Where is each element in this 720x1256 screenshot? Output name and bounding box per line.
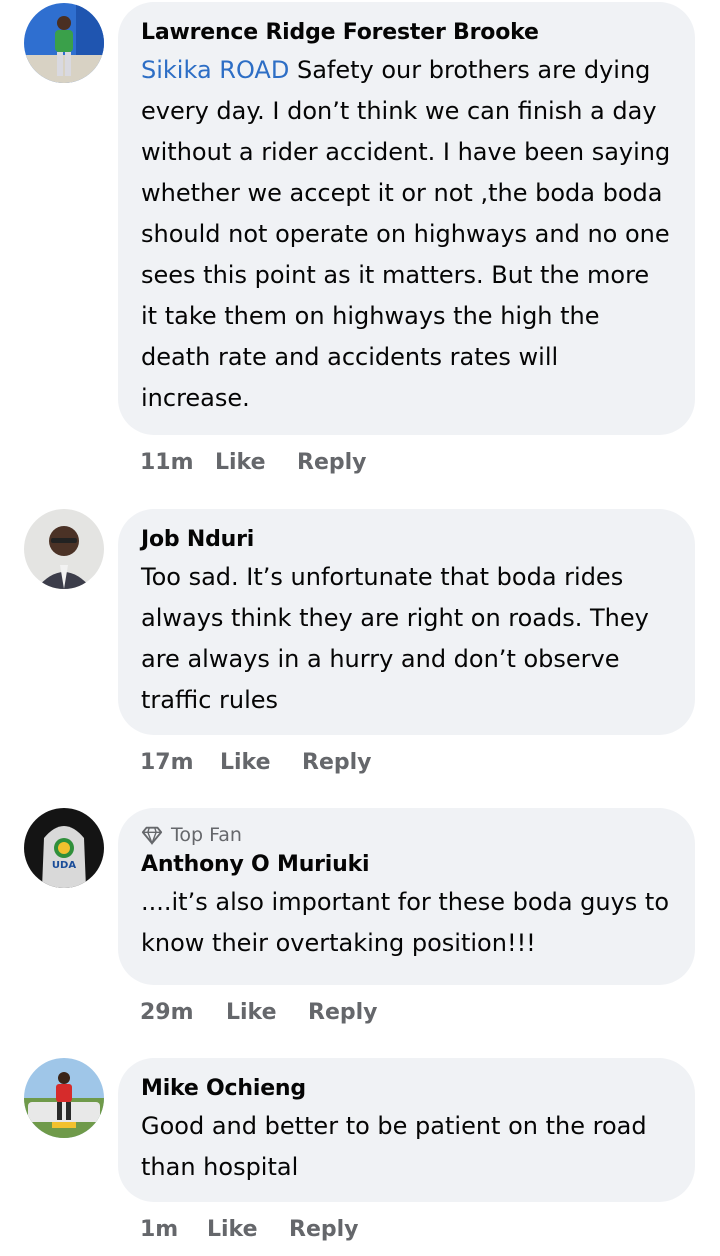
comment-actions: 17m Like Reply — [140, 750, 372, 775]
profile-photo-icon — [24, 509, 104, 589]
comment-time[interactable]: 29m — [140, 1000, 226, 1025]
avatar[interactable]: UDA — [24, 808, 104, 888]
like-button[interactable]: Like — [220, 750, 302, 775]
avatar[interactable] — [24, 3, 104, 83]
mention-link[interactable]: Sikika ROAD — [141, 56, 289, 84]
comment-text: Too sad. It’s unfortunate that boda ride… — [141, 563, 649, 714]
reply-button[interactable]: Reply — [297, 450, 367, 475]
profile-photo-icon — [24, 1058, 104, 1138]
diamond-icon — [141, 826, 163, 846]
comment-author[interactable]: Anthony O Muriuki — [141, 850, 671, 880]
comment-author[interactable]: Lawrence Ridge Forester Brooke — [141, 18, 671, 48]
comment-bubble: Mike Ochieng Good and better to be patie… — [118, 1058, 695, 1202]
comment-text-content: Safety our brothers are dying every day.… — [141, 56, 671, 412]
like-button[interactable]: Like — [215, 450, 297, 475]
avatar-logo-text: UDA — [52, 860, 76, 871]
comment-actions: 1m Like Reply — [140, 1217, 359, 1242]
comment-time[interactable]: 17m — [140, 750, 220, 775]
comment-time[interactable]: 11m — [140, 450, 215, 475]
profile-photo-icon: UDA — [24, 808, 104, 888]
comment-author[interactable]: Mike Ochieng — [141, 1074, 671, 1104]
avatar[interactable] — [24, 1058, 104, 1138]
comment-author[interactable]: Job Nduri — [141, 525, 671, 555]
comment-text: Good and better to be patient on the roa… — [141, 1112, 647, 1181]
comment-bubble: Job Nduri Too sad. It’s unfortunate that… — [118, 509, 695, 735]
comment-actions: 11m Like Reply — [140, 450, 367, 475]
comment-text: ....it’s also important for these boda g… — [141, 888, 670, 957]
like-button[interactable]: Like — [226, 1000, 308, 1025]
avatar[interactable] — [24, 509, 104, 589]
comment-time[interactable]: 1m — [140, 1217, 207, 1242]
reply-button[interactable]: Reply — [302, 750, 372, 775]
like-button[interactable]: Like — [207, 1217, 289, 1242]
badge-label: Top Fan — [171, 824, 242, 846]
reply-button[interactable]: Reply — [289, 1217, 359, 1242]
comment-bubble: Top Fan Anthony O Muriuki ....it’s also … — [118, 808, 695, 985]
comment-actions: 29m Like Reply — [140, 1000, 378, 1025]
top-fan-badge: Top Fan — [141, 822, 671, 848]
comment-text: Sikika ROAD Safety our brothers are dyin… — [141, 50, 671, 419]
profile-photo-icon — [24, 3, 104, 83]
comment-bubble: Lawrence Ridge Forester Brooke Sikika RO… — [118, 2, 695, 435]
reply-button[interactable]: Reply — [308, 1000, 378, 1025]
